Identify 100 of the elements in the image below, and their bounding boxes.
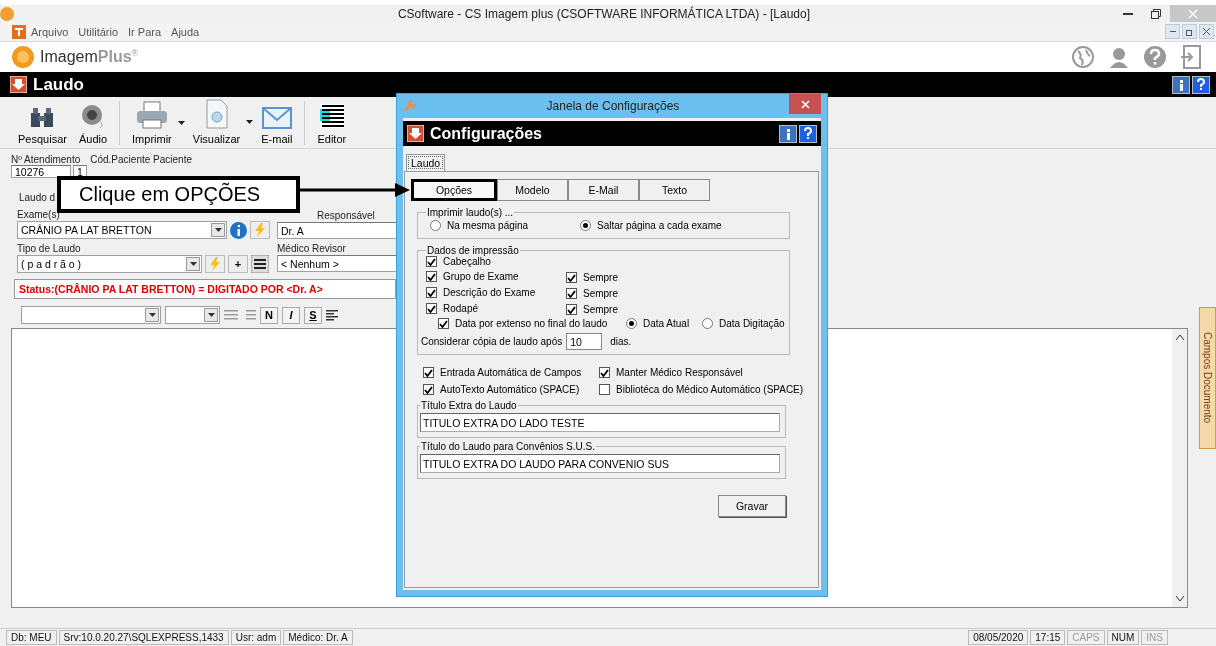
menu-item[interactable]: Ir Para xyxy=(123,25,167,38)
input-field[interactable]: TITULO EXTRA DO LADO TESTE xyxy=(420,413,780,432)
toolbar-button[interactable]: Editor xyxy=(313,103,351,145)
radio-button[interactable] xyxy=(626,318,637,329)
side-tab[interactable]: Campos Documento xyxy=(1199,307,1216,449)
menu-item[interactable]: Utilitário xyxy=(73,25,124,38)
radio-button[interactable] xyxy=(702,318,713,329)
minimize-button[interactable] xyxy=(1165,24,1180,39)
tab[interactable]: Laudo xyxy=(406,154,446,171)
help-button[interactable] xyxy=(799,124,817,143)
option-label: Sempre xyxy=(583,272,618,283)
radio-button[interactable] xyxy=(430,220,441,231)
option-label: Entrada Automática de Campos xyxy=(440,367,582,378)
size-dropdown[interactable] xyxy=(165,306,220,324)
question-icon xyxy=(803,127,813,140)
restore-icon xyxy=(1151,8,1161,19)
scrollbar[interactable] xyxy=(1172,329,1187,607)
text-editor-icon xyxy=(318,103,345,129)
option-label: Data Atual xyxy=(643,318,690,329)
status-cell: Srv:10.0.20.27\SQLEXPRESS,1433 xyxy=(58,630,229,645)
status-cell: Usr: adm xyxy=(230,630,282,645)
menu-item[interactable]: Arquivo xyxy=(26,25,74,38)
status-cell: NUM xyxy=(1106,630,1140,645)
checkbox[interactable] xyxy=(426,271,437,282)
option-label: Rodapé xyxy=(443,303,479,314)
close-button[interactable] xyxy=(1199,24,1214,39)
field-label: Responsável xyxy=(317,210,376,221)
field-label: Nº Atendimento xyxy=(11,154,81,165)
format-button[interactable]: I xyxy=(282,306,300,324)
tab[interactable]: Texto xyxy=(639,179,710,201)
checkbox[interactable] xyxy=(426,287,437,298)
save-button[interactable]: Gravar xyxy=(718,495,786,517)
module-title: Laudo xyxy=(33,74,84,95)
option-label: Cabeçalho xyxy=(443,256,491,267)
option-label: Descrição do Exame xyxy=(443,287,536,298)
align-left-icon xyxy=(326,309,338,321)
toolbar-button[interactable]: Imprimir xyxy=(128,101,176,145)
checkbox[interactable] xyxy=(423,367,434,378)
input-field[interactable]: < Nenhum > xyxy=(277,255,397,272)
format-button[interactable]: N xyxy=(260,306,278,324)
checkbox[interactable] xyxy=(566,288,577,299)
tab[interactable]: E-Mail xyxy=(568,179,639,201)
tab[interactable]: Modelo xyxy=(497,179,568,201)
input-field[interactable]: 10 xyxy=(566,333,603,350)
restore-icon xyxy=(1185,27,1194,36)
down-arrow-icon xyxy=(407,125,424,142)
close-icon xyxy=(1188,8,1198,19)
dialog-header: Configurações xyxy=(430,124,542,143)
option-label: Grupo de Exame xyxy=(443,271,519,282)
checkbox[interactable] xyxy=(599,384,610,395)
font-dropdown[interactable] xyxy=(21,306,161,324)
checkbox[interactable] xyxy=(566,272,577,283)
radio-button[interactable] xyxy=(580,220,591,231)
option-label: AutoTexto Automático (SPACE) xyxy=(440,384,580,395)
close-button[interactable] xyxy=(789,94,821,114)
checkbox[interactable] xyxy=(426,303,437,314)
exit-icon xyxy=(1180,45,1202,69)
field-label: Tipo de Laudo xyxy=(17,243,82,254)
checkbox[interactable] xyxy=(438,318,449,329)
option-label: Na mesma página xyxy=(447,220,529,231)
toolbar-button[interactable]: E-mail xyxy=(257,107,297,145)
tab[interactable]: Opções xyxy=(411,179,497,201)
envelope-icon xyxy=(261,107,292,129)
toolbar-button[interactable]: Pesquisar xyxy=(14,105,71,145)
help-icon xyxy=(1144,46,1166,68)
format-button[interactable]: S xyxy=(304,306,322,324)
logo-icon xyxy=(12,46,34,68)
checkbox[interactable] xyxy=(566,304,577,315)
info-button[interactable] xyxy=(779,124,797,143)
lightning-icon xyxy=(254,223,266,237)
help-button[interactable] xyxy=(1192,75,1210,94)
callout-label: Clique em OPÇÕES xyxy=(57,176,300,213)
option-label: Saltar página a cada exame xyxy=(597,220,722,231)
option-label: Sempre xyxy=(583,304,618,315)
caret-icon xyxy=(177,121,185,125)
input-field[interactable]: 10276 xyxy=(11,165,71,178)
status-cell: 17:15 xyxy=(1030,630,1066,645)
dropdown-arrow-icon xyxy=(148,313,156,317)
checkbox[interactable] xyxy=(423,384,434,395)
menu-item[interactable]: Ajuda xyxy=(166,25,205,38)
toolbar-button[interactable]: Visualizar xyxy=(188,99,245,145)
close-icon xyxy=(1203,28,1210,35)
checkbox[interactable] xyxy=(599,367,610,378)
input-field[interactable]: TITULO EXTRA DO LAUDO PARA CONVENIO SUS xyxy=(420,454,780,473)
input-field[interactable]: Dr. A xyxy=(277,222,397,239)
toolbar-button[interactable]: Áudio xyxy=(74,103,112,145)
report-type-dropdown[interactable]: ( p a d r ã o ) xyxy=(17,255,202,273)
minimize-icon xyxy=(1123,12,1133,15)
field-label: Cód.Paciente Paciente xyxy=(90,154,192,165)
exam-dropdown[interactable]: CRÂNIO PA LAT BRETTON xyxy=(17,221,227,239)
restore-button[interactable] xyxy=(1182,24,1197,39)
add-button[interactable]: + xyxy=(228,255,248,273)
minimize-icon xyxy=(1169,31,1176,32)
app-logo-icon xyxy=(0,6,14,21)
status-cell: INS xyxy=(1141,630,1168,645)
checkbox[interactable] xyxy=(426,256,437,267)
window-title: CSoftware - CS Imagem plus (CSOFTWARE INFORMÁTICA LTDA) - [Laudo] xyxy=(396,6,812,21)
field-label: Médico Revisor xyxy=(277,243,347,254)
info-button[interactable] xyxy=(1172,75,1190,94)
caret-icon xyxy=(246,120,254,124)
